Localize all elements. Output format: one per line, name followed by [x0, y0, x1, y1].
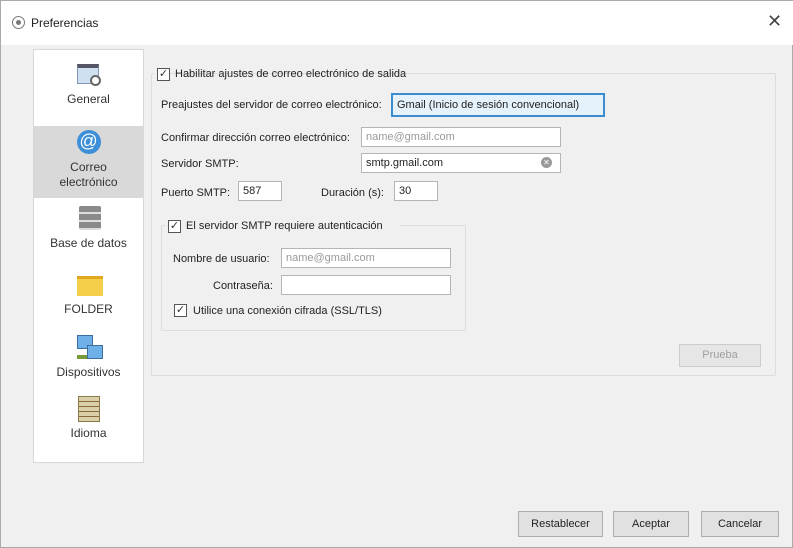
clear-icon[interactable]: ✕ [541, 157, 552, 168]
ssl-checkbox[interactable]: ✓ [174, 304, 187, 317]
general-settings-icon [75, 62, 103, 88]
sidebar-item-general[interactable]: General [34, 62, 143, 122]
app-icon [12, 16, 25, 29]
smtp-server-label: Servidor SMTP: [161, 158, 239, 170]
title-bar: Preferencias ✕ [1, 1, 793, 45]
password-input[interactable] [281, 275, 451, 295]
smtp-port-label: Puerto SMTP: [161, 187, 231, 199]
close-icon[interactable]: ✕ [767, 11, 782, 32]
email-at-icon: @ [75, 130, 103, 156]
preset-select[interactable]: Gmail (Inicio de sesión convencional) [391, 93, 605, 117]
auth-required-checkbox[interactable]: ✓ [168, 220, 181, 233]
smtp-server-input[interactable]: smtp.gmail.com [361, 153, 561, 173]
duration-label: Duración (s): [321, 187, 384, 199]
confirm-email-input[interactable]: name@gmail.com [361, 127, 561, 147]
username-input[interactable]: name@gmail.com [281, 248, 451, 268]
test-button[interactable]: Prueba [679, 344, 761, 367]
sidebar-item-devices[interactable]: Dispositivos [34, 335, 143, 391]
auth-row: ✓ El servidor SMTP requiere autenticació… [165, 219, 400, 235]
cancel-button[interactable]: Cancelar [701, 511, 779, 537]
database-icon [75, 206, 103, 232]
sidebar-item-email[interactable]: @ Correo electrónico [34, 126, 143, 198]
reset-button[interactable]: Restablecer [518, 511, 603, 537]
devices-icon [75, 335, 103, 361]
enable-outgoing-checkbox[interactable]: ✓ [157, 68, 170, 81]
preset-label: Preajustes del servidor de correo electr… [161, 99, 382, 111]
language-icon [75, 396, 103, 422]
ssl-label: Utilice una conexión cifrada (SSL/TLS) [193, 305, 382, 317]
sidebar: General @ Correo electrónico Base de dat… [33, 49, 144, 463]
folder-icon [75, 272, 103, 298]
username-label: Nombre de usuario: [173, 253, 270, 265]
sidebar-item-language[interactable]: Idioma [34, 396, 143, 452]
duration-input[interactable]: 30 [394, 181, 438, 201]
window-title: Preferencias [31, 16, 99, 30]
enable-outgoing-row: ✓ Habilitar ajustes de correo electrónic… [154, 66, 406, 82]
password-label: Contraseña: [213, 280, 273, 292]
smtp-port-input[interactable]: 587 [238, 181, 282, 201]
accept-button[interactable]: Aceptar [613, 511, 689, 537]
confirm-email-label: Confirmar dirección correo electrónico: [161, 132, 350, 144]
sidebar-item-database[interactable]: Base de datos [34, 206, 143, 262]
sidebar-item-folder[interactable]: FOLDER [34, 272, 143, 328]
preferences-window: Preferencias ✕ General @ Correo electrón… [0, 0, 793, 548]
